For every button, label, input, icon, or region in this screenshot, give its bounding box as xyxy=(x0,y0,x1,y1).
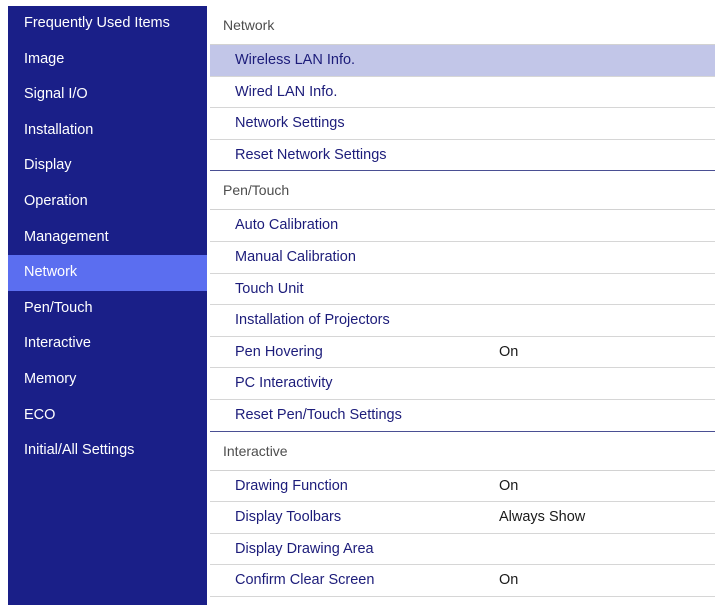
menu-row-value: Always Show xyxy=(499,509,586,526)
menu-row-label: Pen Hovering xyxy=(235,343,323,360)
menu-row-label: Reset Network Settings xyxy=(235,146,387,163)
menu-row-pc-interactivity[interactable]: PC Interactivity xyxy=(210,368,715,400)
menu-row-manual-calibration[interactable]: Manual Calibration xyxy=(210,242,715,274)
menu-row-reset-network-settings[interactable]: Reset Network Settings xyxy=(210,140,715,172)
sidebar-item-initial-all-settings[interactable]: Initial/All Settings xyxy=(8,433,207,469)
menu-row-label: Display Toolbars xyxy=(235,509,342,526)
menu-row-drawing-function[interactable]: Drawing Function On xyxy=(210,471,715,503)
section-header-pen-touch: Pen/Touch xyxy=(210,171,715,211)
menu-row-label: Manual Calibration xyxy=(235,248,356,265)
sidebar-item-network[interactable]: Network xyxy=(8,255,207,291)
menu-row-network-settings[interactable]: Network Settings xyxy=(210,108,715,140)
menu-row-display-toolbars[interactable]: Display Toolbars Always Show xyxy=(210,502,715,534)
sidebar-item-eco[interactable]: ECO xyxy=(8,398,207,434)
menu-row-touch-unit[interactable]: Touch Unit xyxy=(210,274,715,306)
menu-row-label: Confirm Clear Screen xyxy=(235,572,375,589)
menu-row-label: Display Drawing Area xyxy=(235,540,374,557)
menu-row-pen-hovering[interactable]: Pen Hovering On xyxy=(210,337,715,369)
menu-row-reset-pen-touch-settings[interactable]: Reset Pen/Touch Settings xyxy=(210,400,715,432)
menu-row-label: Wired LAN Info. xyxy=(235,83,338,100)
section-header-network: Network xyxy=(210,6,715,45)
settings-panel: Network Wireless LAN Info. Wired LAN Inf… xyxy=(210,6,715,605)
menu-row-wireless-lan-info[interactable]: Wireless LAN Info. xyxy=(210,45,715,77)
sidebar-item-management[interactable]: Management xyxy=(8,220,207,256)
sidebar-item-interactive[interactable]: Interactive xyxy=(8,326,207,362)
menu-row-label: Reset Pen/Touch Settings xyxy=(235,406,402,423)
sidebar-menu: Frequently Used Items Image Signal I/O I… xyxy=(8,6,207,605)
menu-row-label: PC Interactivity xyxy=(235,375,333,392)
sidebar-item-pen-touch[interactable]: Pen/Touch xyxy=(8,291,207,327)
menu-row-installation-of-projectors[interactable]: Installation of Projectors xyxy=(210,305,715,337)
menu-row-label: Auto Calibration xyxy=(235,217,339,234)
menu-row-label: Installation of Projectors xyxy=(235,312,390,329)
menu-row-label: Network Settings xyxy=(235,115,345,132)
menu-row-wired-lan-info[interactable]: Wired LAN Info. xyxy=(210,77,715,109)
sidebar-item-operation[interactable]: Operation xyxy=(8,184,207,220)
sidebar-item-signal-io[interactable]: Signal I/O xyxy=(8,77,207,113)
sidebar-item-installation[interactable]: Installation xyxy=(8,113,207,149)
menu-row-value: On xyxy=(499,477,519,494)
menu-row-display-drawing-area[interactable]: Display Drawing Area xyxy=(210,534,715,566)
sidebar-item-display[interactable]: Display xyxy=(8,148,207,184)
menu-row-value: On xyxy=(499,343,519,360)
sidebar-item-memory[interactable]: Memory xyxy=(8,362,207,398)
menu-row-auto-calibration[interactable]: Auto Calibration xyxy=(210,210,715,242)
sidebar-item-frequently-used-items[interactable]: Frequently Used Items xyxy=(8,6,207,42)
menu-row-label: Wireless LAN Info. xyxy=(235,52,356,68)
sidebar-item-image[interactable]: Image xyxy=(8,42,207,78)
section-header-interactive: Interactive xyxy=(210,431,715,471)
menu-row-value: On xyxy=(499,572,519,589)
projector-menu: Frequently Used Items Image Signal I/O I… xyxy=(8,6,715,605)
menu-row-label: Drawing Function xyxy=(235,477,348,494)
menu-row-confirm-clear-screen[interactable]: Confirm Clear Screen On xyxy=(210,565,715,597)
menu-row-label: Touch Unit xyxy=(235,280,304,297)
